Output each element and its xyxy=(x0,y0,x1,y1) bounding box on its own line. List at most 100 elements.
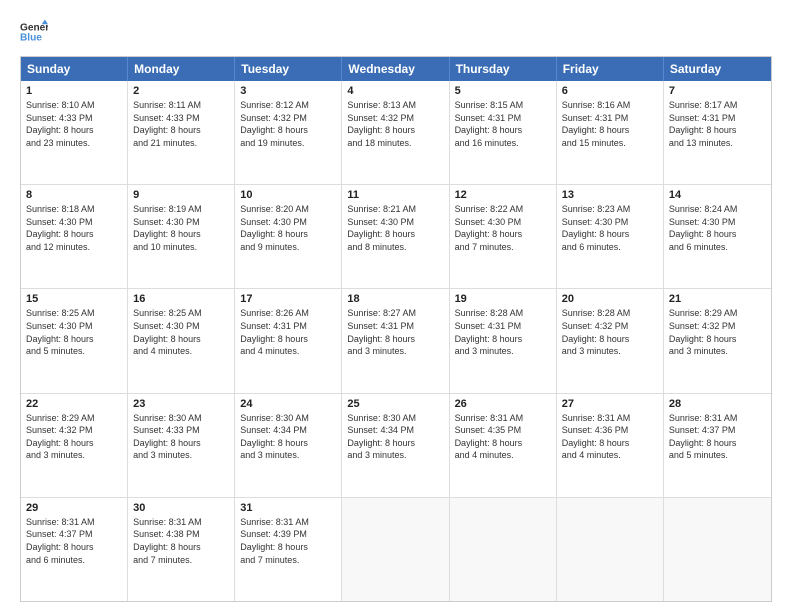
calendar-header: SundayMondayTuesdayWednesdayThursdayFrid… xyxy=(21,57,771,81)
calendar-cell: 2 Sunrise: 8:11 AM Sunset: 4:33 PM Daylig… xyxy=(128,81,235,184)
day-number: 7 xyxy=(669,85,766,97)
calendar-row: 22 Sunrise: 8:29 AM Sunset: 4:32 PM Dayli… xyxy=(21,393,771,497)
calendar-cell: 15Sunrise: 8:25 AM Sunset: 4:30 PM Dayli… xyxy=(21,289,128,392)
day-number: 16 xyxy=(133,293,229,305)
day-number: 17 xyxy=(240,293,336,305)
cell-info: Sunrise: 8:31 AM Sunset: 4:35 PM Dayligh… xyxy=(455,412,551,462)
calendar-cell: 19 Sunrise: 8:28 AM Sunset: 4:31 PM Dayli… xyxy=(450,289,557,392)
cell-info: Sunrise: 8:26 AM Sunset: 4:31 PM Dayligh… xyxy=(240,307,336,357)
cell-info: Sunrise: 8:28 AM Sunset: 4:32 PM Dayligh… xyxy=(562,307,658,357)
header-cell-wednesday: Wednesday xyxy=(342,57,449,81)
day-number: 29 xyxy=(26,502,122,514)
day-number: 28 xyxy=(669,398,766,410)
cell-info: Sunrise: 8:19 AM Sunset: 4:30 PM Dayligh… xyxy=(133,203,229,253)
calendar-cell: 4Sunrise: 8:13 AM Sunset: 4:32 PM Daylig… xyxy=(342,81,449,184)
cell-info: Sunrise: 8:30 AM Sunset: 4:33 PM Dayligh… xyxy=(133,412,229,462)
cell-info: Sunrise: 8:17 AM Sunset: 4:31 PM Dayligh… xyxy=(669,99,766,149)
cell-info: Sunrise: 8:10 AM Sunset: 4:33 PM Dayligh… xyxy=(26,99,122,149)
cell-info: Sunrise: 8:13 AM Sunset: 4:32 PM Dayligh… xyxy=(347,99,443,149)
calendar-cell: 10 Sunrise: 8:20 AM Sunset: 4:30 PM Dayli… xyxy=(235,185,342,288)
calendar-cell: 13 Sunrise: 8:23 AM Sunset: 4:30 PM Dayli… xyxy=(557,185,664,288)
calendar-cell: 22 Sunrise: 8:29 AM Sunset: 4:32 PM Dayli… xyxy=(21,394,128,497)
calendar-row: 8 Sunrise: 8:18 AM Sunset: 4:30 PM Daylig… xyxy=(21,184,771,288)
cell-info: Sunrise: 8:18 AM Sunset: 4:30 PM Dayligh… xyxy=(26,203,122,253)
calendar-row: 1 Sunrise: 8:10 AM Sunset: 4:33 PM Daylig… xyxy=(21,81,771,184)
logo-icon: General Blue xyxy=(20,18,48,46)
calendar-body: 1 Sunrise: 8:10 AM Sunset: 4:33 PM Daylig… xyxy=(21,81,771,601)
day-number: 19 xyxy=(455,293,551,305)
calendar-cell: 14 Sunrise: 8:24 AM Sunset: 4:30 PM Dayli… xyxy=(664,185,771,288)
cell-info: Sunrise: 8:25 AM Sunset: 4:30 PM Dayligh… xyxy=(133,307,229,357)
day-number: 22 xyxy=(26,398,122,410)
calendar-cell xyxy=(664,498,771,601)
calendar-cell: 12 Sunrise: 8:22 AM Sunset: 4:30 PM Dayli… xyxy=(450,185,557,288)
calendar-cell xyxy=(557,498,664,601)
header-cell-monday: Monday xyxy=(128,57,235,81)
calendar-cell: 17 Sunrise: 8:26 AM Sunset: 4:31 PM Dayli… xyxy=(235,289,342,392)
calendar-cell: 25 Sunrise: 8:30 AM Sunset: 4:34 PM Dayli… xyxy=(342,394,449,497)
cell-info: Sunrise: 8:20 AM Sunset: 4:30 PM Dayligh… xyxy=(240,203,336,253)
calendar-cell: 9 Sunrise: 8:19 AM Sunset: 4:30 PM Daylig… xyxy=(128,185,235,288)
day-number: 23 xyxy=(133,398,229,410)
day-number: 11 xyxy=(347,189,443,201)
calendar-cell xyxy=(342,498,449,601)
calendar-cell: 30Sunrise: 8:31 AM Sunset: 4:38 PM Dayli… xyxy=(128,498,235,601)
calendar-cell: 21 Sunrise: 8:29 AM Sunset: 4:32 PM Dayli… xyxy=(664,289,771,392)
cell-info: Sunrise: 8:30 AM Sunset: 4:34 PM Dayligh… xyxy=(347,412,443,462)
cell-info: Sunrise: 8:31 AM Sunset: 4:37 PM Dayligh… xyxy=(26,516,122,566)
day-number: 14 xyxy=(669,189,766,201)
day-number: 26 xyxy=(455,398,551,410)
calendar-row: 15Sunrise: 8:25 AM Sunset: 4:30 PM Dayli… xyxy=(21,288,771,392)
cell-info: Sunrise: 8:11 AM Sunset: 4:33 PM Dayligh… xyxy=(133,99,229,149)
cell-info: Sunrise: 8:23 AM Sunset: 4:30 PM Dayligh… xyxy=(562,203,658,253)
day-number: 30 xyxy=(133,502,229,514)
calendar-cell: 16 Sunrise: 8:25 AM Sunset: 4:30 PM Dayli… xyxy=(128,289,235,392)
calendar-cell: 6 Sunrise: 8:16 AM Sunset: 4:31 PM Daylig… xyxy=(557,81,664,184)
cell-info: Sunrise: 8:28 AM Sunset: 4:31 PM Dayligh… xyxy=(455,307,551,357)
calendar-row: 29 Sunrise: 8:31 AM Sunset: 4:37 PM Dayli… xyxy=(21,497,771,601)
header-cell-thursday: Thursday xyxy=(450,57,557,81)
day-number: 20 xyxy=(562,293,658,305)
cell-info: Sunrise: 8:29 AM Sunset: 4:32 PM Dayligh… xyxy=(669,307,766,357)
day-number: 13 xyxy=(562,189,658,201)
cell-info: Sunrise: 8:31 AM Sunset: 4:39 PM Dayligh… xyxy=(240,516,336,566)
header-cell-friday: Friday xyxy=(557,57,664,81)
calendar-cell: 29 Sunrise: 8:31 AM Sunset: 4:37 PM Dayli… xyxy=(21,498,128,601)
calendar-page: General Blue SundayMondayTuesdayWednesda… xyxy=(0,0,792,612)
day-number: 27 xyxy=(562,398,658,410)
cell-info: Sunrise: 8:22 AM Sunset: 4:30 PM Dayligh… xyxy=(455,203,551,253)
day-number: 12 xyxy=(455,189,551,201)
day-number: 9 xyxy=(133,189,229,201)
day-number: 31 xyxy=(240,502,336,514)
calendar-cell: 27Sunrise: 8:31 AM Sunset: 4:36 PM Dayli… xyxy=(557,394,664,497)
calendar-cell: 8 Sunrise: 8:18 AM Sunset: 4:30 PM Daylig… xyxy=(21,185,128,288)
cell-info: Sunrise: 8:25 AM Sunset: 4:30 PM Dayligh… xyxy=(26,307,122,357)
day-number: 2 xyxy=(133,85,229,97)
cell-info: Sunrise: 8:24 AM Sunset: 4:30 PM Dayligh… xyxy=(669,203,766,253)
day-number: 25 xyxy=(347,398,443,410)
calendar-cell xyxy=(450,498,557,601)
cell-info: Sunrise: 8:29 AM Sunset: 4:32 PM Dayligh… xyxy=(26,412,122,462)
day-number: 21 xyxy=(669,293,766,305)
day-number: 5 xyxy=(455,85,551,97)
calendar-cell: 18Sunrise: 8:27 AM Sunset: 4:31 PM Dayli… xyxy=(342,289,449,392)
page-header: General Blue xyxy=(20,18,772,46)
calendar: SundayMondayTuesdayWednesdayThursdayFrid… xyxy=(20,56,772,602)
calendar-cell: 5Sunrise: 8:15 AM Sunset: 4:31 PM Daylig… xyxy=(450,81,557,184)
calendar-cell: 26 Sunrise: 8:31 AM Sunset: 4:35 PM Dayli… xyxy=(450,394,557,497)
cell-info: Sunrise: 8:21 AM Sunset: 4:30 PM Dayligh… xyxy=(347,203,443,253)
day-number: 10 xyxy=(240,189,336,201)
calendar-cell: 24Sunrise: 8:30 AM Sunset: 4:34 PM Dayli… xyxy=(235,394,342,497)
day-number: 8 xyxy=(26,189,122,201)
day-number: 6 xyxy=(562,85,658,97)
cell-info: Sunrise: 8:27 AM Sunset: 4:31 PM Dayligh… xyxy=(347,307,443,357)
calendar-cell: 31 Sunrise: 8:31 AM Sunset: 4:39 PM Dayli… xyxy=(235,498,342,601)
header-cell-sunday: Sunday xyxy=(21,57,128,81)
cell-info: Sunrise: 8:12 AM Sunset: 4:32 PM Dayligh… xyxy=(240,99,336,149)
cell-info: Sunrise: 8:16 AM Sunset: 4:31 PM Dayligh… xyxy=(562,99,658,149)
day-number: 1 xyxy=(26,85,122,97)
calendar-cell: 7 Sunrise: 8:17 AM Sunset: 4:31 PM Daylig… xyxy=(664,81,771,184)
day-number: 24 xyxy=(240,398,336,410)
calendar-cell: 1 Sunrise: 8:10 AM Sunset: 4:33 PM Daylig… xyxy=(21,81,128,184)
calendar-cell: 11 Sunrise: 8:21 AM Sunset: 4:30 PM Dayli… xyxy=(342,185,449,288)
